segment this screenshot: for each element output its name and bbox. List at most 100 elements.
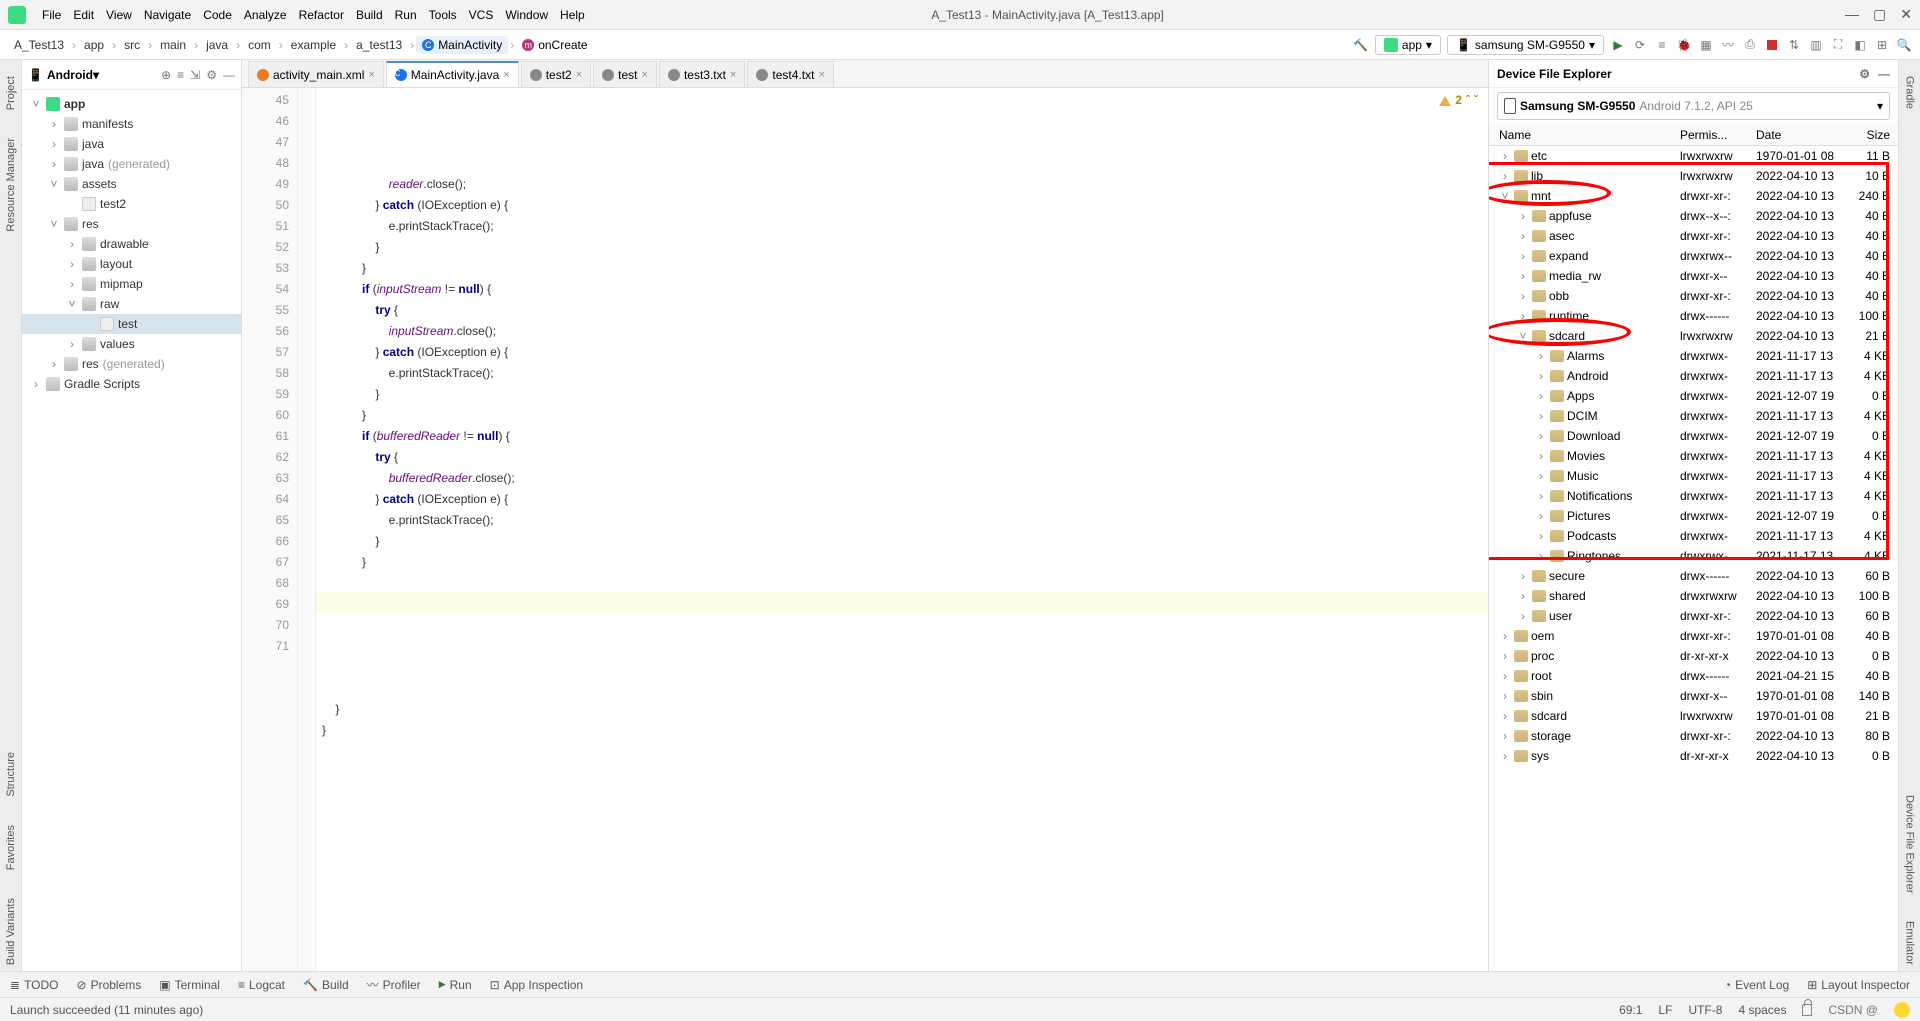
chevron-right-icon[interactable]: › <box>66 337 78 351</box>
chevron-right-icon[interactable]: › <box>1535 429 1547 443</box>
chevron-right-icon[interactable]: › <box>48 117 60 131</box>
menu-help[interactable]: Help <box>554 4 591 26</box>
code-line[interactable] <box>322 573 1482 594</box>
chevron-right-icon[interactable]: › <box>30 377 42 391</box>
file-row[interactable]: ›liblrwxrwxrw2022-04-10 1310 B <box>1489 166 1898 186</box>
code-line[interactable]: if (inputStream != null) { <box>322 279 1482 300</box>
close-tab-icon[interactable]: × <box>818 69 824 81</box>
debug-icon[interactable]: 🐞 <box>1676 37 1692 53</box>
chevron-down-icon[interactable]: ˅ <box>30 97 42 111</box>
chevron-right-icon[interactable]: › <box>1517 249 1529 263</box>
project-tree-row[interactable]: test2 <box>22 194 241 214</box>
project-tree-row[interactable]: ˅assets <box>22 174 241 194</box>
breadcrumb-item[interactable]: app <box>78 36 110 54</box>
file-row[interactable]: ›procdr-xr-xr-x2022-04-10 130 B <box>1489 646 1898 666</box>
target-icon[interactable]: ⊕ <box>161 68 171 82</box>
file-row[interactable]: ›Downloaddrwxrwx-2021-12-07 190 B <box>1489 426 1898 446</box>
hammer-build-icon[interactable]: 🔨 <box>1353 37 1369 53</box>
menu-build[interactable]: Build <box>350 4 389 26</box>
code-line[interactable]: } <box>322 405 1482 426</box>
line-separator[interactable]: LF <box>1658 1003 1672 1017</box>
code-line[interactable]: } <box>322 531 1482 552</box>
sidebar-tab-emulator[interactable]: Emulator <box>1902 915 1918 971</box>
project-tree-row[interactable]: ›mipmap <box>22 274 241 294</box>
menu-navigate[interactable]: Navigate <box>138 4 197 26</box>
gear-icon[interactable]: ⚙ <box>1859 67 1870 81</box>
menu-analyze[interactable]: Analyze <box>238 4 293 26</box>
breadcrumb-item[interactable]: A_Test13 <box>8 36 70 54</box>
chevron-right-icon[interactable]: › <box>1535 529 1547 543</box>
file-row[interactable]: ›DCIMdrwxrwx-2021-11-17 134 KB <box>1489 406 1898 426</box>
code-line[interactable]: } catch (IOException e) { <box>322 342 1482 363</box>
chevron-right-icon[interactable]: › <box>66 257 78 271</box>
file-row[interactable]: ›asecdrwxr-xr-:2022-04-10 1340 B <box>1489 226 1898 246</box>
device-selector[interactable]: 📱samsung SM-G9550▾ <box>1447 35 1604 55</box>
col-date[interactable]: Date <box>1756 128 1848 142</box>
chevron-right-icon[interactable]: › <box>1535 449 1547 463</box>
breadcrumb-item[interactable]: a_test13 <box>350 36 408 54</box>
file-row[interactable]: ›Podcastsdrwxrwx-2021-11-17 134 KB <box>1489 526 1898 546</box>
code-line[interactable]: } <box>322 699 1482 720</box>
code-line[interactable]: if (bufferedReader != null) { <box>322 426 1482 447</box>
project-tree-row[interactable]: ˅raw <box>22 294 241 314</box>
search-everywhere-icon[interactable]: 🔍 <box>1896 37 1912 53</box>
menu-edit[interactable]: Edit <box>67 4 100 26</box>
chevron-right-icon[interactable]: › <box>1535 469 1547 483</box>
project-tree-row[interactable]: ›res (generated) <box>22 354 241 374</box>
project-tree-row[interactable]: ˅app <box>22 94 241 114</box>
file-row[interactable]: ›Picturesdrwxrwx-2021-12-07 190 B <box>1489 506 1898 526</box>
sdk-manager-icon[interactable]: ⛶ <box>1830 37 1846 53</box>
code-line[interactable]: reader.close(); <box>322 174 1482 195</box>
file-row[interactable]: ›Notificationsdrwxrwx-2021-11-17 134 KB <box>1489 486 1898 506</box>
project-tree-row[interactable]: ˅res <box>22 214 241 234</box>
file-row[interactable]: ›obbdrwxr-xr-:2022-04-10 1340 B <box>1489 286 1898 306</box>
col-size[interactable]: Size <box>1848 128 1898 142</box>
avd-manager-icon[interactable]: ▥ <box>1808 37 1824 53</box>
chevron-down-icon[interactable]: ˇ <box>1474 90 1478 111</box>
chevron-right-icon[interactable]: › <box>1517 209 1529 223</box>
breadcrumb-item[interactable]: main <box>154 36 192 54</box>
menu-run[interactable]: Run <box>389 4 423 26</box>
tool-logcat[interactable]: ≡ Logcat <box>238 978 285 992</box>
editor-tab[interactable]: test× <box>593 61 657 87</box>
tool-layout-inspector[interactable]: ⊞ Layout Inspector <box>1807 978 1910 992</box>
sidebar-tab-gradle[interactable]: Gradle <box>1902 70 1918 115</box>
chevron-right-icon[interactable]: › <box>1517 229 1529 243</box>
editor-tab[interactable]: activity_main.xml× <box>248 61 384 87</box>
file-row[interactable]: ›media_rwdrwxr-x--2022-04-10 1340 B <box>1489 266 1898 286</box>
chevron-right-icon[interactable]: › <box>1535 489 1547 503</box>
file-row[interactable]: ›Alarmsdrwxrwx-2021-11-17 134 KB <box>1489 346 1898 366</box>
menu-vcs[interactable]: VCS <box>463 4 500 26</box>
tool-terminal[interactable]: ▣ Terminal <box>159 978 220 992</box>
file-row[interactable]: ›oemdrwxr-xr-:1970-01-01 0840 B <box>1489 626 1898 646</box>
file-row[interactable]: ˅sdcardlrwxrwxrw2022-04-10 1321 B <box>1489 326 1898 346</box>
chevron-right-icon[interactable]: › <box>48 357 60 371</box>
code-line[interactable]: e.printStackTrace(); <box>322 363 1482 384</box>
stop-icon[interactable] <box>1764 37 1780 53</box>
chevron-right-icon[interactable]: › <box>1535 509 1547 523</box>
menu-view[interactable]: View <box>100 4 138 26</box>
close-icon[interactable]: ✕ <box>1900 6 1912 23</box>
breadcrumb-item[interactable]: com <box>242 36 277 54</box>
chevron-right-icon[interactable]: › <box>1499 149 1511 163</box>
tool-app-inspection[interactable]: ⊡ App Inspection <box>490 978 583 992</box>
chevron-right-icon[interactable]: › <box>1499 169 1511 183</box>
file-row[interactable]: ›appfusedrwx--x--:2022-04-10 1340 B <box>1489 206 1898 226</box>
code-line[interactable]: try { <box>322 300 1482 321</box>
project-tree-row[interactable]: ›drawable <box>22 234 241 254</box>
project-view-dropdown[interactable]: Android▾ <box>47 68 99 82</box>
chevron-down-icon[interactable]: ˅ <box>66 297 78 311</box>
chevron-right-icon[interactable]: › <box>1499 709 1511 723</box>
gear-icon[interactable]: ⚙ <box>206 68 217 82</box>
project-tree-row[interactable]: ›layout <box>22 254 241 274</box>
breadcrumb-class[interactable]: CMainActivity <box>416 36 508 54</box>
file-row[interactable]: ›storagedrwxr-xr-:2022-04-10 1380 B <box>1489 726 1898 746</box>
code-line[interactable] <box>322 678 1482 699</box>
chevron-right-icon[interactable]: › <box>1499 649 1511 663</box>
menu-code[interactable]: Code <box>197 4 238 26</box>
chevron-right-icon[interactable]: › <box>66 237 78 251</box>
editor-tab[interactable]: test3.txt× <box>659 61 745 87</box>
chevron-right-icon[interactable]: › <box>1499 629 1511 643</box>
tool-todo[interactable]: ≣ TODO <box>10 978 59 992</box>
code-line[interactable]: } <box>322 258 1482 279</box>
